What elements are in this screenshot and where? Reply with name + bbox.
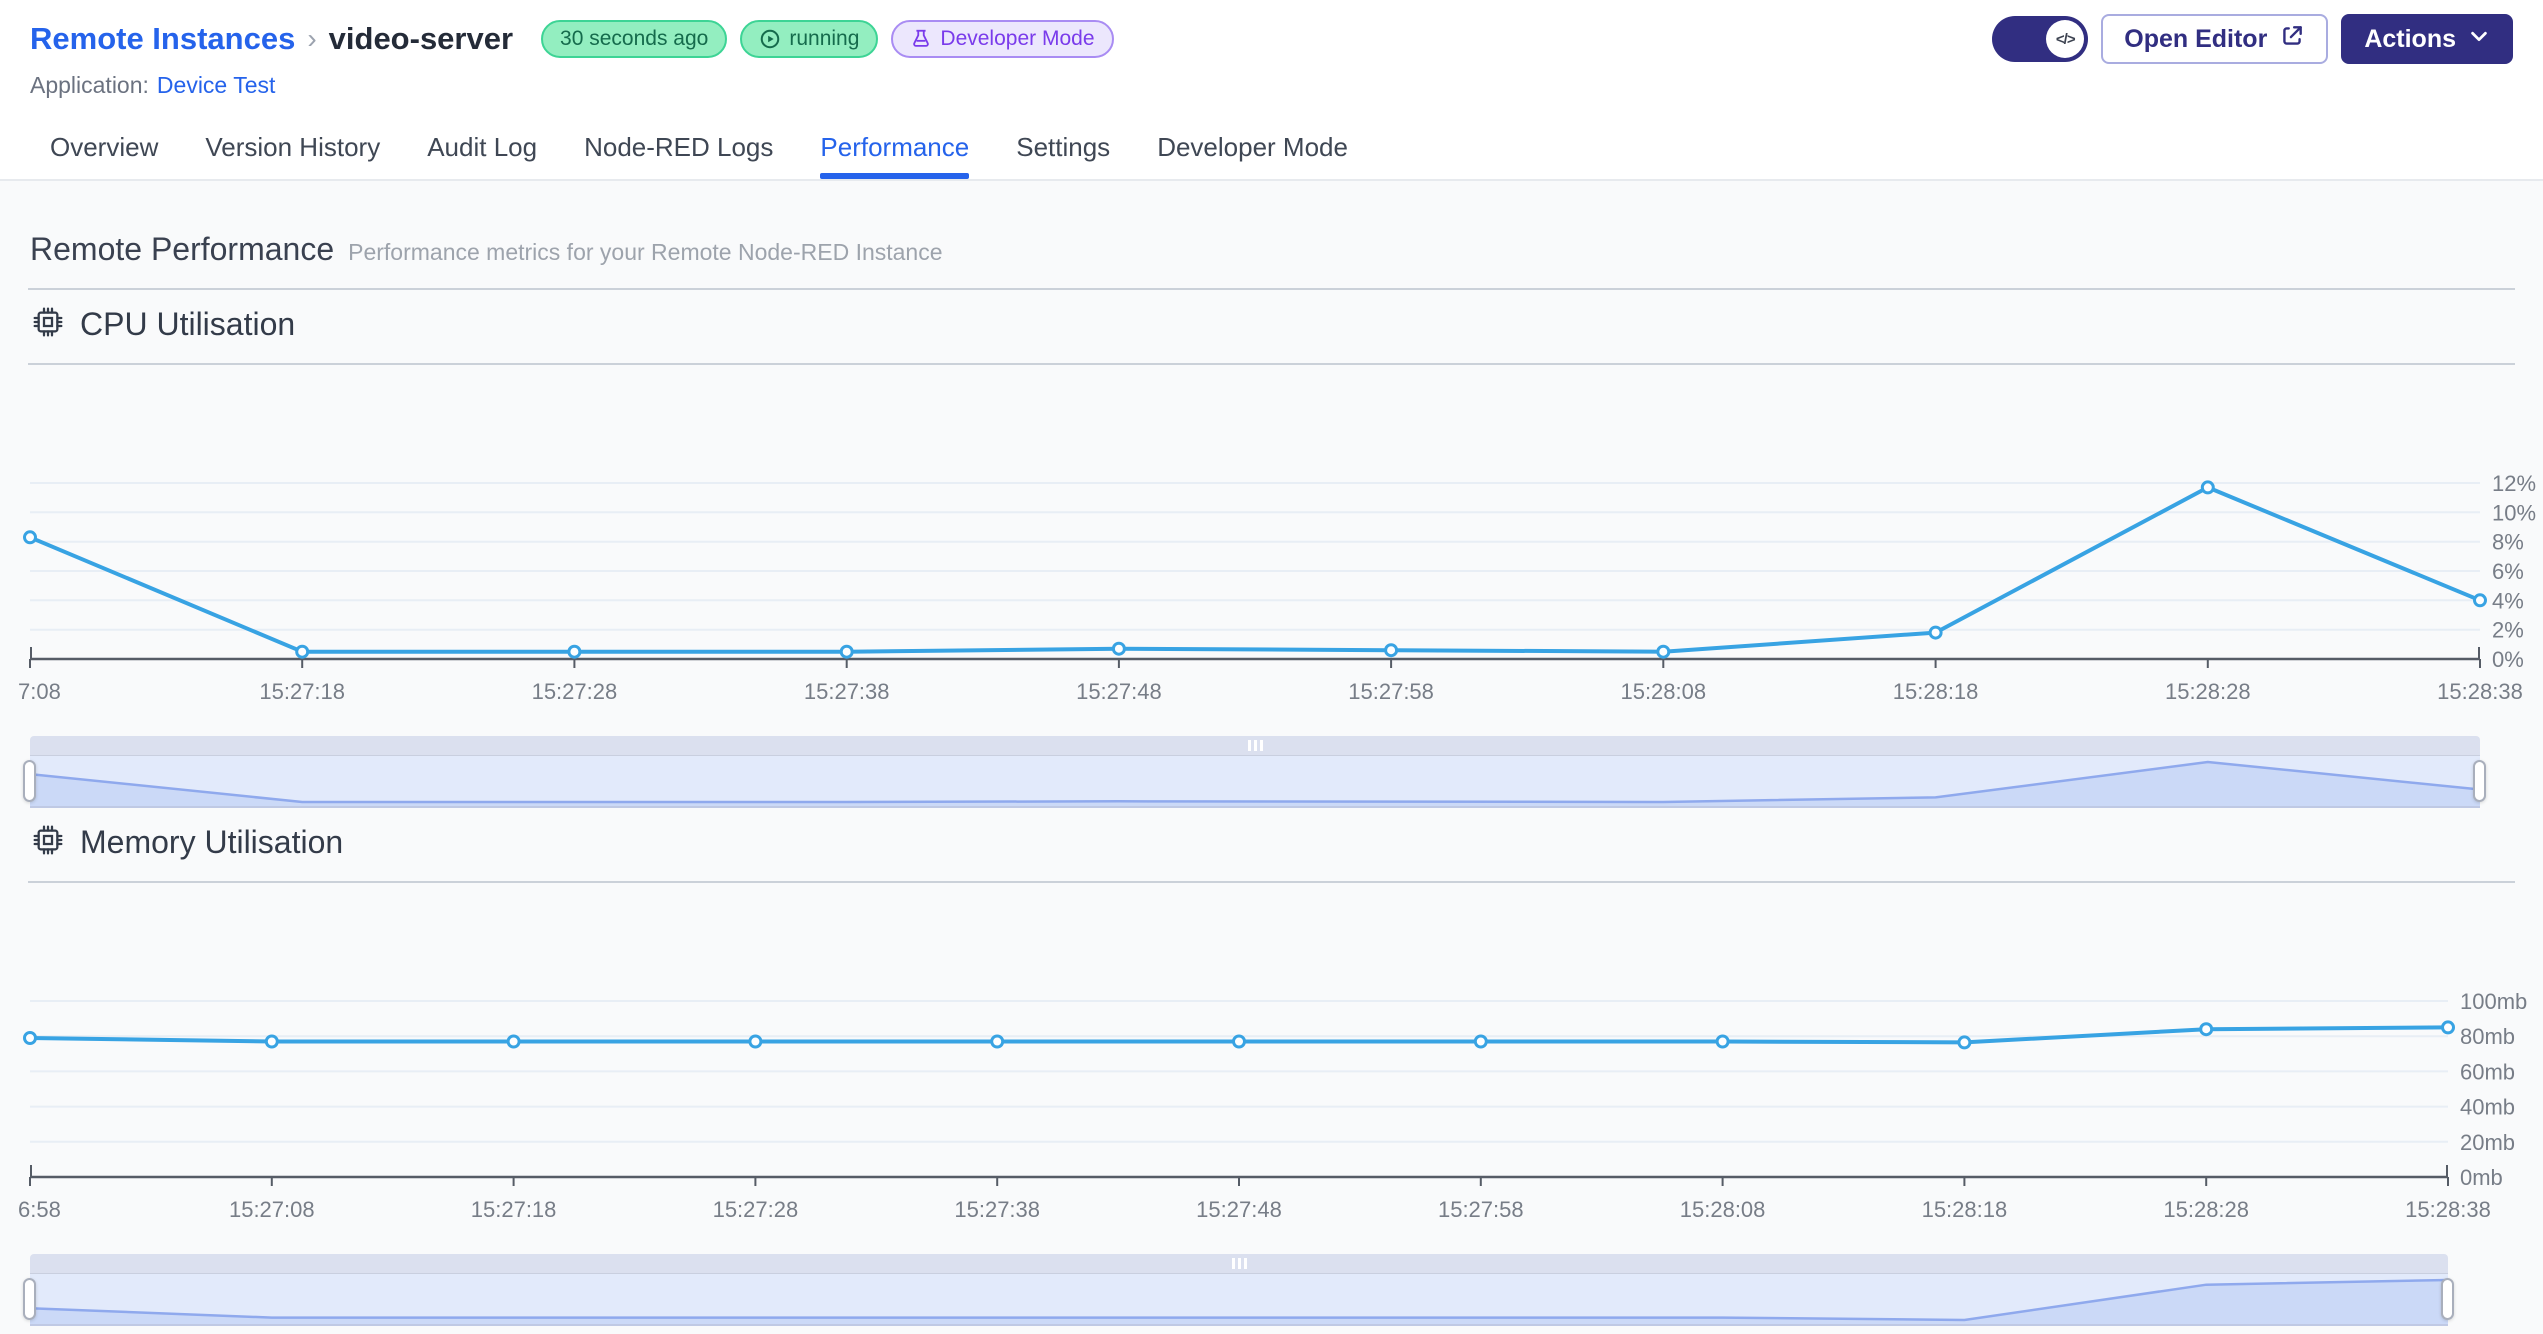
- application-row: Application: Device Test: [30, 72, 2513, 99]
- svg-text:15:28:08: 15:28:08: [1680, 1197, 1766, 1219]
- svg-text:15:27:38: 15:27:38: [954, 1197, 1040, 1219]
- svg-text:60mb: 60mb: [2460, 1059, 2515, 1084]
- memory-section-title: Memory Utilisation: [80, 824, 344, 860]
- tab-bar: Overview Version History Audit Log Node-…: [0, 115, 2543, 181]
- last-seen-badge-label: 30 seconds ago: [560, 27, 709, 50]
- svg-text:15:28:28: 15:28:28: [2163, 1197, 2249, 1219]
- memory-brush-drag-bar[interactable]: [30, 1254, 2448, 1274]
- cpu-chart-range-slider[interactable]: [23, 736, 2486, 808]
- cpu-brush-drag-bar[interactable]: [30, 736, 2480, 756]
- divider: [28, 288, 2515, 290]
- svg-text:20mb: 20mb: [2460, 1130, 2515, 1155]
- developer-mode-toggle[interactable]: </>: [1992, 16, 2089, 62]
- tab-node-red-logs[interactable]: Node-RED Logs: [584, 115, 773, 179]
- svg-text:15:27:48: 15:27:48: [1076, 679, 1162, 701]
- tab-settings[interactable]: Settings: [1016, 115, 1110, 179]
- header-row: Remote Instances › video-server 30 secon…: [30, 14, 2513, 64]
- last-seen-badge: 30 seconds ago: [541, 20, 728, 58]
- tab-version-history[interactable]: Version History: [205, 115, 380, 179]
- developer-mode-badge: Developer Mode: [891, 20, 1114, 58]
- svg-text:15:28:28: 15:28:28: [2165, 679, 2251, 701]
- cpu-brush-left-handle[interactable]: [23, 760, 36, 802]
- beaker-icon: [910, 28, 932, 50]
- page-title: Remote Performance: [30, 231, 335, 267]
- application-label: Application:: [30, 72, 149, 98]
- tab-developer-mode[interactable]: Developer Mode: [1157, 115, 1348, 179]
- svg-text:10%: 10%: [2492, 500, 2536, 525]
- svg-text:15:27:58: 15:27:58: [1438, 1197, 1524, 1219]
- breadcrumb-remote-instances-link[interactable]: Remote Instances: [30, 21, 295, 57]
- page-subtitle: Performance metrics for your Remote Node…: [348, 239, 943, 265]
- memory-section-header: Memory Utilisation: [32, 824, 2513, 861]
- status-badges: 30 seconds ago running Developer Mode: [541, 20, 1114, 58]
- cpu-brush-right-handle[interactable]: [2473, 760, 2486, 802]
- tab-performance[interactable]: Performance: [820, 115, 969, 179]
- status-badge-label: running: [789, 27, 860, 50]
- code-icon: </>: [2046, 20, 2085, 58]
- svg-text:15:27:38: 15:27:38: [804, 679, 890, 701]
- performance-page: Remote Performance Performance metrics f…: [0, 181, 2543, 1334]
- open-editor-button[interactable]: Open Editor: [2101, 14, 2329, 64]
- open-editor-button-label: Open Editor: [2124, 24, 2268, 53]
- actions-button-label: Actions: [2364, 24, 2456, 53]
- svg-text:15:27:18: 15:27:18: [259, 679, 345, 701]
- divider: [28, 363, 2515, 365]
- memory-brush-right-handle[interactable]: [2441, 1278, 2454, 1320]
- svg-text:6%: 6%: [2492, 559, 2524, 584]
- svg-text:0mb: 0mb: [2460, 1165, 2503, 1190]
- svg-text:15:27:08: 15:27:08: [229, 1197, 315, 1219]
- cpu-brush-minimap[interactable]: [30, 756, 2480, 808]
- memory-section: Memory Utilisation 6:58 15:27:08 15:27:18 1…: [0, 824, 2543, 1326]
- cpu-section-header: CPU Utilisation: [32, 306, 2513, 343]
- svg-text:15:27:28: 15:27:28: [532, 679, 618, 701]
- cpu-section-title: CPU Utilisation: [80, 306, 296, 342]
- memory-brush-left-handle[interactable]: [23, 1278, 36, 1320]
- svg-text:15:28:18: 15:28:18: [1922, 1197, 2008, 1219]
- cpu-chip-icon: [32, 306, 64, 343]
- chevron-right-icon: ›: [307, 23, 317, 54]
- chevron-down-icon: [2468, 25, 2490, 54]
- tab-audit-log[interactable]: Audit Log: [427, 115, 537, 179]
- instance-header: Remote Instances › video-server 30 secon…: [0, 0, 2543, 115]
- cpu-section: CPU Utilisation 7:08 15:27:18 15:27:28 15:2…: [0, 306, 2543, 808]
- svg-text:15:28:08: 15:28:08: [1620, 679, 1706, 701]
- status-badge: running: [740, 20, 879, 58]
- svg-text:15:28:18: 15:28:18: [1893, 679, 1979, 701]
- header-controls: </> Open Editor Actions: [1992, 14, 2513, 64]
- memory-chart: 6:58 15:27:08 15:27:18 15:27:28 15:27:38 15:2…: [0, 889, 2543, 1222]
- svg-text:7:08: 7:08: [18, 679, 61, 701]
- grip-icon: [1247, 740, 1251, 751]
- cpu-chart: 7:08 15:27:18 15:27:28 15:27:38 15:27:48 15:2…: [0, 371, 2543, 704]
- svg-text:6:58: 6:58: [18, 1197, 61, 1219]
- external-link-icon: [2279, 23, 2305, 56]
- svg-text:15:28:38: 15:28:38: [2437, 679, 2523, 701]
- svg-text:8%: 8%: [2492, 530, 2524, 555]
- developer-mode-badge-label: Developer Mode: [940, 27, 1095, 50]
- svg-text:100mb: 100mb: [2460, 989, 2527, 1014]
- svg-text:15:27:18: 15:27:18: [471, 1197, 557, 1219]
- memory-chip-icon: [32, 824, 64, 861]
- svg-text:40mb: 40mb: [2460, 1095, 2515, 1120]
- page-title-row: Remote Performance Performance metrics f…: [30, 231, 2513, 268]
- instance-name: video-server: [328, 21, 514, 56]
- svg-text:15:28:38: 15:28:38: [2405, 1197, 2491, 1219]
- grip-icon: [1231, 1258, 1235, 1269]
- svg-text:0%: 0%: [2492, 647, 2524, 672]
- breadcrumb: Remote Instances › video-server: [30, 21, 513, 57]
- memory-brush-minimap[interactable]: [30, 1274, 2448, 1326]
- divider: [28, 881, 2515, 883]
- svg-text:12%: 12%: [2492, 471, 2536, 496]
- svg-text:15:27:28: 15:27:28: [713, 1197, 799, 1219]
- svg-text:80mb: 80mb: [2460, 1024, 2515, 1049]
- app-root: Remote Instances › video-server 30 secon…: [0, 0, 2543, 1334]
- tab-overview[interactable]: Overview: [50, 115, 158, 179]
- application-link[interactable]: Device Test: [157, 72, 275, 99]
- svg-text:2%: 2%: [2492, 618, 2524, 643]
- svg-text:15:27:48: 15:27:48: [1196, 1197, 1282, 1219]
- svg-text:4%: 4%: [2492, 588, 2524, 613]
- svg-text:15:27:58: 15:27:58: [1348, 679, 1434, 701]
- memory-chart-range-slider[interactable]: [23, 1254, 2454, 1326]
- actions-button[interactable]: Actions: [2341, 14, 2513, 64]
- play-circle-icon: [759, 28, 781, 50]
